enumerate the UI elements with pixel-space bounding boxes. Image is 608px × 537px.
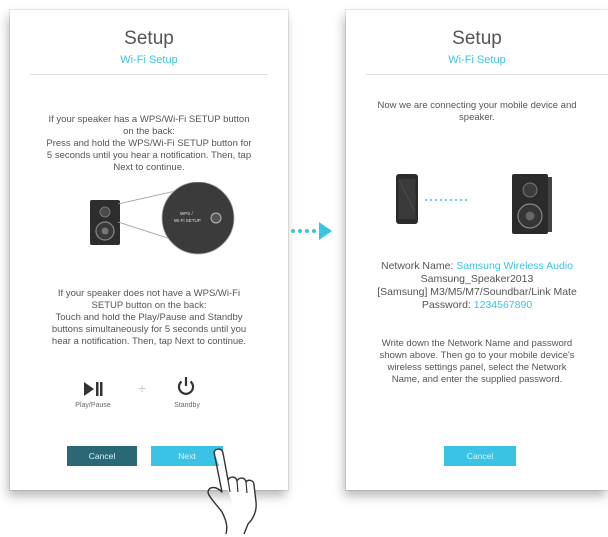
play-pause-icon <box>84 382 103 396</box>
network-name-value: [Samsung] M3/M5/M7/Soundbar/Link Mate <box>377 286 577 298</box>
cancel-button[interactable]: Cancel <box>67 446 137 466</box>
connecting-text: Now we are connecting your mobile device… <box>352 100 602 124</box>
connection-illustration <box>396 174 552 234</box>
wps-line: on the back: <box>123 126 175 137</box>
wps-line: Next to continue. <box>113 162 185 173</box>
hand-pointer-icon <box>207 448 257 535</box>
connecting-line: Now we are connecting your mobile device… <box>377 100 577 111</box>
no-wps-line: Touch and hold the Play/Pause and Standb… <box>55 312 243 323</box>
no-wps-line: If your speaker does not have a WPS/Wi-F… <box>57 288 241 299</box>
password-label: Password: <box>421 299 471 311</box>
phone-icon <box>396 174 418 224</box>
power-icon <box>177 377 195 395</box>
speaker-icon <box>512 174 552 234</box>
wps-line: If your speaker has a WPS/Wi-Fi SETUP bu… <box>48 114 250 125</box>
speaker-icon <box>90 200 120 245</box>
wps-line: Press and hold the WPS/Wi-Fi SETUP butto… <box>46 138 252 149</box>
no-wps-instructions: If your speaker does not have a WPS/Wi-F… <box>18 288 280 348</box>
screen-title: Setup <box>452 28 502 49</box>
wps-line: 5 seconds until you hear a notification.… <box>46 150 252 161</box>
wps-setup-screen: Setup Wi-Fi Setup If your speaker has a … <box>10 10 288 490</box>
arrow-right-icon <box>291 222 332 240</box>
instruction-line: shown above. Then go to your mobile devi… <box>379 350 575 361</box>
password-row: Password: 1234567890 <box>346 299 608 312</box>
network-name-row: Network Name: Samsung Wireless Audio <box>346 260 608 273</box>
network-name-value: Samsung Wireless Audio <box>456 260 573 272</box>
divider <box>30 74 268 75</box>
play-pause-label: Play/Pause <box>75 402 111 409</box>
instructions-text: Write down the Network Name and password… <box>352 338 602 386</box>
network-name-value: Samsung_Speaker2013 <box>420 273 534 285</box>
wps-button-text: WPS / <box>180 211 194 216</box>
standby-label: Standby <box>174 402 200 409</box>
no-wps-line: SETUP button on the back: <box>91 300 207 311</box>
screen-subtitle: Wi-Fi Setup <box>448 54 506 66</box>
wps-button-illustration: WPS / Wi-Fi SETUP <box>90 182 235 255</box>
divider <box>366 74 608 75</box>
plus-sign: + <box>138 380 147 396</box>
connecting-line: speaker. <box>459 112 495 123</box>
screen-title: Setup <box>124 28 174 49</box>
no-wps-line: hear a notification. Then, tap Next to c… <box>51 336 247 347</box>
no-wps-line: buttons simultaneously for 5 seconds unt… <box>51 324 247 335</box>
network-name-label: Network Name: <box>380 260 454 272</box>
instruction-line: wireless settings panel, select the Netw… <box>387 362 567 373</box>
network-connect-screen: Setup Wi-Fi Setup Now we are connecting … <box>346 10 608 490</box>
password-value: 1234567890 <box>473 299 533 311</box>
instruction-line: Write down the Network Name and password <box>381 338 573 349</box>
screen-subtitle: Wi-Fi Setup <box>120 54 178 66</box>
wps-instructions: If your speaker has a WPS/Wi-Fi SETUP bu… <box>18 114 280 174</box>
cancel-button[interactable]: Cancel <box>444 446 516 466</box>
instruction-line: Name, and enter the supplied password. <box>391 374 563 385</box>
svg-text:Wi-Fi SETUP: Wi-Fi SETUP <box>174 218 201 223</box>
